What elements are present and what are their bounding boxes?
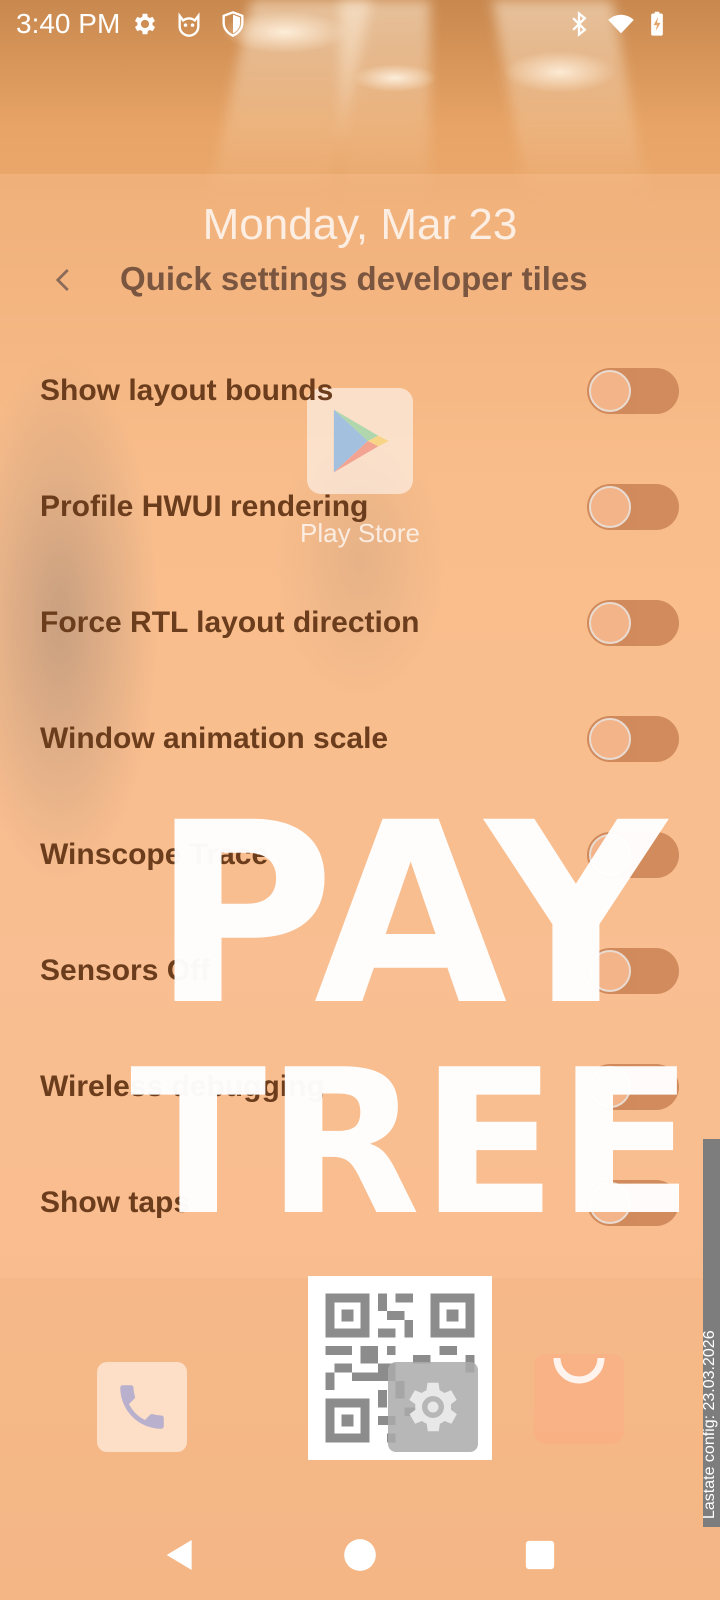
chevron-left-icon [55, 269, 69, 291]
home-dock [0, 1270, 720, 1470]
toggle-knob [589, 834, 631, 876]
toggle-knob [589, 1182, 631, 1224]
tile-label: Wireless debugging [40, 1070, 325, 1103]
wifi-icon [607, 10, 635, 38]
tile-row-show-layout-bounds[interactable]: Show layout bounds [0, 352, 720, 432]
recents-square-icon [525, 1540, 555, 1570]
shield-icon [219, 10, 247, 38]
toggle-switch[interactable] [587, 1180, 679, 1226]
back-triangle-icon [166, 1540, 192, 1570]
nav-recents-button[interactable] [510, 1530, 570, 1580]
tile-label: Force RTL layout direction [40, 606, 420, 639]
nav-back-button[interactable] [150, 1530, 210, 1580]
tile-label: Winscope Trace [40, 838, 269, 871]
toggle-knob [589, 950, 631, 992]
app-bar: Quick settings developer tiles [0, 250, 720, 310]
tile-label: Window animation scale [40, 722, 389, 755]
tile-label: Profile HWUI rendering [40, 490, 369, 523]
back-button[interactable] [40, 256, 88, 304]
toggle-switch[interactable] [587, 600, 679, 646]
tile-row-winscope-trace[interactable]: Winscope Trace [0, 816, 720, 896]
gear-icon [409, 1382, 457, 1432]
toggle-knob [589, 1066, 631, 1108]
toggle-switch[interactable] [587, 832, 679, 878]
side-info-strip: Lastate config: 23.03.2026 [703, 1139, 720, 1527]
tile-label: Show layout bounds [40, 374, 334, 407]
tile-row-window-animation-scale[interactable]: Window animation scale [0, 700, 720, 780]
shop-app-icon[interactable] [534, 1354, 624, 1444]
toggle-switch[interactable] [587, 368, 679, 414]
tile-label: Sensors Off [40, 954, 211, 987]
status-time: 3:40 PM [16, 8, 121, 39]
shopping-bag-icon [553, 1357, 605, 1384]
navigation-bar [0, 1530, 720, 1600]
tile-row-wireless-debugging[interactable]: Wireless debugging [0, 1048, 720, 1128]
cat-face-icon [175, 10, 203, 38]
nav-home-button[interactable] [330, 1530, 390, 1580]
tile-row-show-taps[interactable]: Show taps [0, 1164, 720, 1244]
bluetooth-icon [565, 10, 593, 38]
toggle-knob [589, 602, 631, 644]
tile-row-sensors-off[interactable]: Sensors Off [0, 932, 720, 1012]
tile-row-force-rtl[interactable]: Force RTL layout direction [0, 584, 720, 664]
tile-row-profile-hwui-rendering[interactable]: Profile HWUI rendering [0, 468, 720, 548]
toggle-switch[interactable] [587, 948, 679, 994]
phone-app-icon[interactable] [97, 1362, 187, 1452]
status-bar: 3:40 PM [0, 0, 720, 48]
battery-charging-icon [643, 10, 671, 38]
toggle-knob [589, 370, 631, 412]
toggle-switch[interactable] [587, 484, 679, 530]
page-title: Quick settings developer tiles [120, 260, 588, 297]
toggle-switch[interactable] [587, 1064, 679, 1110]
side-strip-text: Lastate config: 23.03.2026 [703, 1330, 718, 1519]
toggle-knob [589, 486, 631, 528]
phone-icon [120, 1385, 164, 1429]
home-circle-icon [344, 1539, 376, 1571]
gear-icon [131, 10, 159, 38]
home-date: Monday, Mar 23 [202, 200, 518, 249]
tile-label: Show taps [40, 1186, 191, 1219]
toggle-knob [589, 718, 631, 760]
settings-app-icon[interactable] [388, 1362, 478, 1452]
toggle-switch[interactable] [587, 716, 679, 762]
